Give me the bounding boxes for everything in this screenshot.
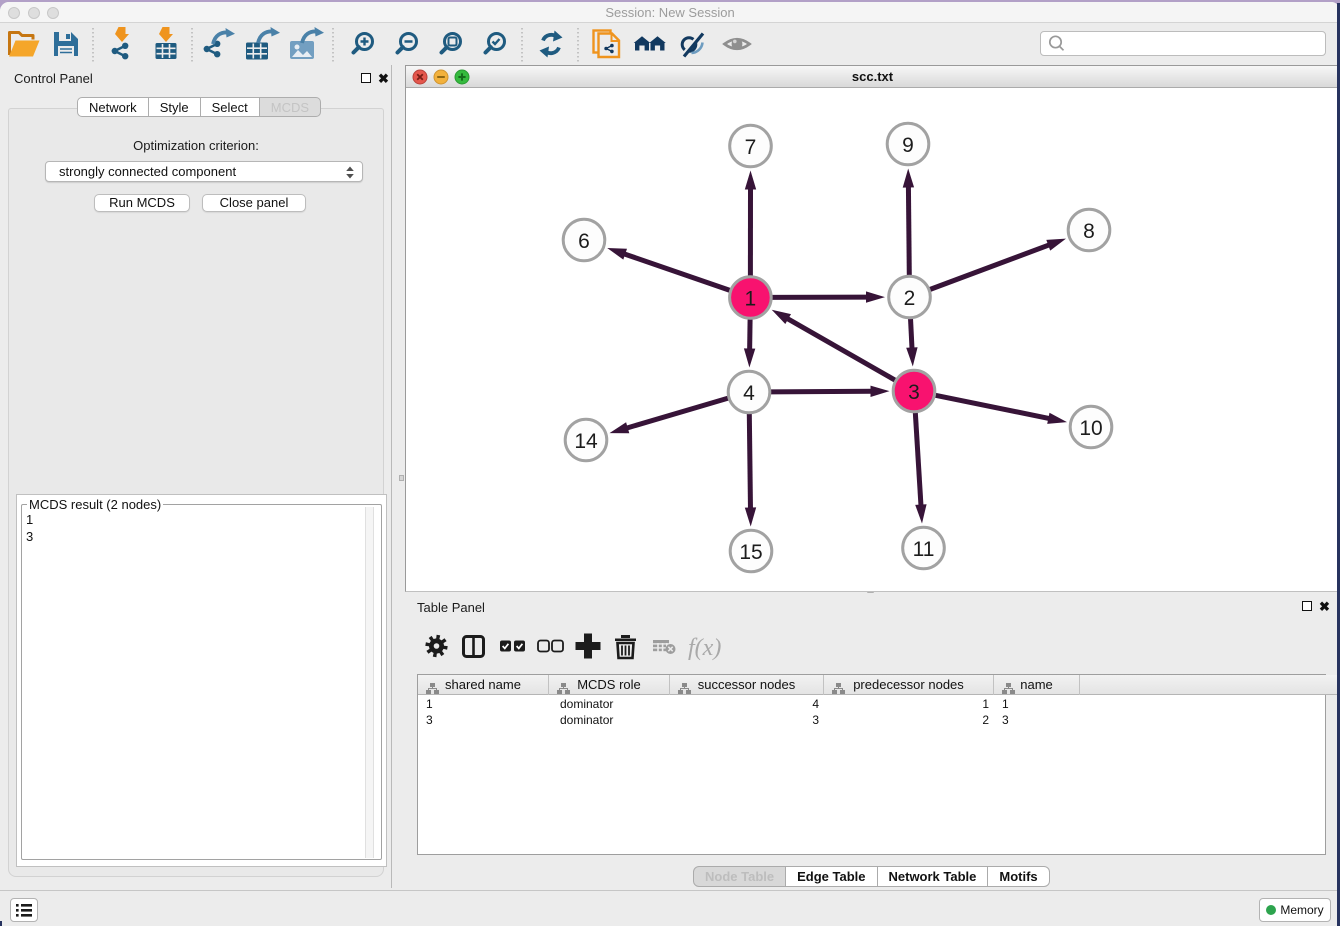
svg-text:11: 11 bbox=[913, 538, 935, 561]
svg-text:f(x): f(x) bbox=[688, 635, 721, 661]
svg-text:9: 9 bbox=[902, 134, 914, 157]
svg-text:1: 1 bbox=[745, 288, 757, 311]
svg-text:8: 8 bbox=[1083, 220, 1095, 243]
svg-text:14: 14 bbox=[574, 430, 598, 453]
svg-text:3: 3 bbox=[908, 381, 920, 404]
svg-text:15: 15 bbox=[739, 541, 762, 564]
svg-text:2: 2 bbox=[904, 287, 916, 310]
svg-text:6: 6 bbox=[578, 230, 590, 253]
svg-text:7: 7 bbox=[745, 136, 757, 159]
svg-text:10: 10 bbox=[1079, 417, 1102, 440]
svg-text:4: 4 bbox=[743, 382, 755, 405]
